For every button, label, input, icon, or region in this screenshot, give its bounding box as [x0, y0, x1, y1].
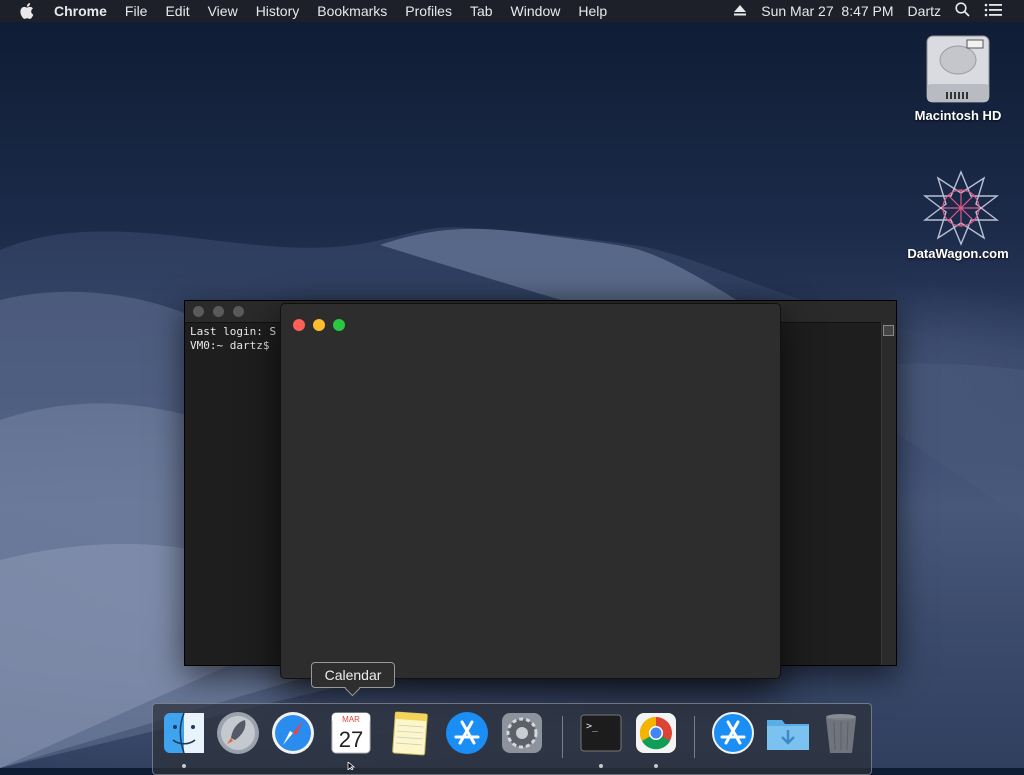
split-pane-icon[interactable]	[883, 325, 894, 336]
spotlight-search-icon[interactable]	[955, 2, 970, 20]
dock-finder-icon[interactable]	[161, 710, 207, 756]
desktop-icon-label: Macintosh HD	[914, 108, 1002, 123]
menu-tab[interactable]: Tab	[470, 3, 493, 19]
dock: MAR 27 >_	[152, 703, 872, 775]
blank-window[interactable]	[280, 303, 781, 679]
close-button[interactable]	[293, 319, 305, 331]
dock-separator	[562, 716, 563, 758]
menu-bookmarks[interactable]: Bookmarks	[317, 3, 387, 19]
terminal-prompt: VM0:~ dartz$	[190, 339, 270, 352]
dock-separator	[694, 716, 695, 758]
dock-launchpad-icon[interactable]	[215, 710, 261, 756]
notification-center-icon[interactable]	[984, 3, 1002, 20]
desktop-icon-label: DataWagon.com	[907, 246, 1009, 261]
dock-safari-icon[interactable]	[270, 710, 316, 756]
svg-text:>_: >_	[586, 721, 599, 732]
menu-app-name[interactable]: Chrome	[54, 3, 107, 19]
menu-window[interactable]: Window	[511, 3, 561, 19]
menu-help[interactable]: Help	[578, 3, 607, 19]
dock-system-preferences-icon[interactable]	[499, 710, 545, 756]
menu-view[interactable]: View	[208, 3, 238, 19]
menu-history[interactable]: History	[256, 3, 300, 19]
dock-tooltip: Calendar	[311, 662, 395, 688]
dock-chrome-icon[interactable]	[633, 710, 679, 756]
zoom-button-inactive[interactable]	[233, 306, 244, 317]
dock-app-store-icon[interactable]	[444, 710, 490, 756]
eject-icon[interactable]	[733, 3, 747, 19]
apple-menu-icon[interactable]	[20, 2, 36, 20]
dock-notes-icon[interactable]	[387, 710, 433, 756]
dock-downloads-folder-icon[interactable]	[765, 710, 811, 756]
mouse-cursor-icon	[347, 762, 356, 770]
minimize-button[interactable]	[313, 319, 325, 331]
terminal-scrollbar[interactable]	[881, 322, 896, 665]
dock-trash-icon[interactable]	[818, 710, 864, 756]
menu-file[interactable]: File	[125, 3, 148, 19]
menubar-clock[interactable]: Sun Mar 27 8:47 PM	[761, 3, 893, 19]
terminal-output[interactable]: Last login: S VM0:~ dartz$	[190, 325, 276, 353]
dock-app-store-icon[interactable]	[710, 710, 756, 756]
dock-terminal-icon[interactable]: >_	[578, 710, 624, 756]
menubar-user[interactable]: Dartz	[908, 3, 941, 19]
menu-bar: Chrome File Edit View History Bookmarks …	[0, 0, 1024, 22]
dock-running-indicator	[182, 764, 186, 768]
calendar-day: 27	[339, 727, 363, 752]
minimize-button-inactive[interactable]	[213, 306, 224, 317]
calendar-month: MAR	[342, 715, 360, 724]
close-button-inactive[interactable]	[193, 306, 204, 317]
dock-running-indicator	[599, 764, 603, 768]
desktop-icon-datawagon[interactable]: DataWagon.com	[903, 168, 1013, 261]
dock-calendar-icon[interactable]: MAR 27	[328, 710, 374, 756]
zoom-button[interactable]	[333, 319, 345, 331]
dock-running-indicator	[654, 764, 658, 768]
menu-profiles[interactable]: Profiles	[405, 3, 452, 19]
menu-edit[interactable]: Edit	[165, 3, 189, 19]
datawagon-star-icon	[921, 168, 1000, 246]
terminal-line-last-login: Last login: S	[190, 325, 277, 338]
desktop-icon-macintosh-hd[interactable]: Macintosh HD	[903, 30, 1013, 123]
hard-drive-icon	[921, 30, 995, 104]
